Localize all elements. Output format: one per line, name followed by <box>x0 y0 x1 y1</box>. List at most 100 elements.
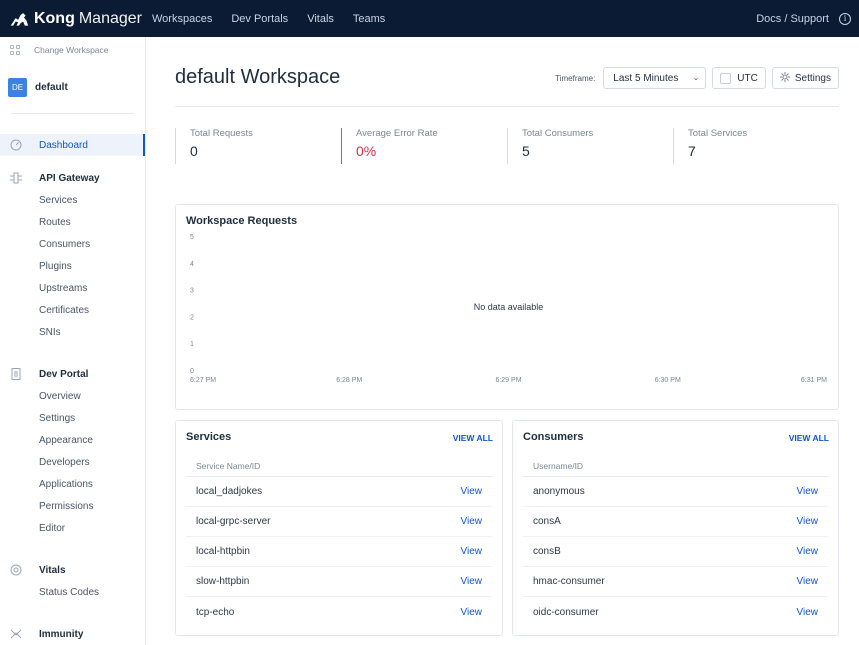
y-tick-label: 4 <box>190 261 194 268</box>
view-link[interactable]: View <box>461 516 483 527</box>
view-link[interactable]: View <box>461 546 483 557</box>
consumer-name: hmac-consumer <box>533 576 605 587</box>
y-tick-label: 5 <box>190 234 194 241</box>
y-tick-label: 0 <box>190 368 194 375</box>
table-row: anonymous View <box>523 477 828 507</box>
change-workspace-label: Change Workspace <box>34 45 109 55</box>
nav-teams[interactable]: Teams <box>353 13 385 25</box>
consumers-rows: anonymous View consA View consB View hmac-c… <box>523 477 828 627</box>
stat-value: 7 <box>688 143 696 159</box>
sidebar-section-dev-portal[interactable]: Dev Portal <box>0 363 145 385</box>
workspace-badge: DE <box>8 77 27 97</box>
stats-row: Total Requests 0 Average Error Rate 0% T… <box>175 128 839 164</box>
view-link[interactable]: View <box>797 607 819 618</box>
sidebar-item-certificates[interactable]: Certificates <box>0 299 145 321</box>
stat-label: Total Consumers <box>522 128 594 139</box>
consumer-name: oidc-consumer <box>533 606 599 618</box>
stat-total-requests: Total Requests 0 <box>175 128 253 164</box>
stat-label: Total Requests <box>190 128 253 139</box>
stat-total-services: Total Services 7 <box>673 128 747 164</box>
nav-vitals[interactable]: Vitals <box>307 13 334 25</box>
nav-dev-portals[interactable]: Dev Portals <box>231 13 288 25</box>
services-view-all-link[interactable]: VIEW ALL <box>453 433 493 443</box>
kong-gorilla-icon <box>10 12 29 26</box>
y-tick-label: 3 <box>190 288 194 295</box>
timeframe-select[interactable]: Last 5 Minutes ⌄ <box>603 67 707 89</box>
current-workspace[interactable]: DE default <box>0 63 145 111</box>
workspace-name: default <box>35 81 68 93</box>
nav-workspaces[interactable]: Workspaces <box>152 13 212 25</box>
consumers-card: Consumers VIEW ALL Username/ID anonymous… <box>512 420 839 636</box>
x-tick-label: 6:29 PM <box>495 377 521 384</box>
sidebar-item-dashboard[interactable]: Dashboard <box>0 134 145 156</box>
sidebar-item-settings[interactable]: Settings <box>0 407 145 429</box>
consumer-name: anonymous <box>533 486 585 497</box>
sidebar-item-applications[interactable]: Applications <box>0 473 145 495</box>
view-link[interactable]: View <box>461 486 483 497</box>
view-link[interactable]: View <box>797 486 819 497</box>
dashboard-gauge-icon <box>10 139 22 151</box>
settings-button[interactable]: Settings <box>771 67 839 89</box>
sidebar-item-routes[interactable]: Routes <box>0 211 145 233</box>
sidebar-item-upstreams[interactable]: Upstreams <box>0 277 145 299</box>
sidebar-item-appearance[interactable]: Appearance <box>0 429 145 451</box>
brand-suffix: Manager <box>78 9 142 27</box>
sidebar-item-editor[interactable]: Editor <box>0 517 145 539</box>
dashboard-controls: Timeframe: Last 5 Minutes ⌄ UTC Settings <box>555 67 839 89</box>
stat-label: Total Services <box>688 128 748 139</box>
x-tick-label: 6:30 PM <box>655 377 681 384</box>
services-rows: local_dadjokes View local-grpc-server View… <box>186 477 492 627</box>
sidebar-section-label: Dev Portal <box>39 368 89 380</box>
sidebar-section-immunity[interactable]: Immunity <box>0 623 145 645</box>
table-row: tcp-echo View <box>186 597 492 627</box>
table-row: consB View <box>523 537 828 567</box>
page-title: default Workspace <box>175 66 341 88</box>
top-right: Docs / Support i <box>756 0 851 37</box>
change-workspace-link[interactable]: Change Workspace <box>0 37 145 63</box>
sidebar-item-snis[interactable]: SNIs <box>0 321 145 343</box>
consumer-name: consB <box>533 546 561 557</box>
utc-toggle[interactable]: UTC <box>712 67 766 89</box>
sidebar-section-api-gateway[interactable]: API Gateway <box>0 167 145 189</box>
sidebar-item-plugins[interactable]: Plugins <box>0 255 145 277</box>
document-icon <box>10 368 22 380</box>
sidebar-section-label: API Gateway <box>39 172 100 184</box>
sidebar-item-services[interactable]: Services <box>0 189 145 211</box>
table-row: hmac-consumer View <box>523 567 828 597</box>
top-nav: Workspaces Dev Portals Vitals Teams <box>152 13 385 25</box>
stat-value: 0 <box>190 143 198 159</box>
docs-support-link[interactable]: Docs / Support <box>756 13 829 25</box>
sidebar-item-permissions[interactable]: Permissions <box>0 495 145 517</box>
sidebar-item-consumers[interactable]: Consumers <box>0 233 145 255</box>
view-link[interactable]: View <box>461 607 483 618</box>
sidebar-item-developers[interactable]: Developers <box>0 451 145 473</box>
view-link[interactable]: View <box>797 576 819 587</box>
workspace-requests-chart: 0 1 2 3 4 5 6:27 PM 6:28 PM 6:29 PM 6:30 PM 6:31 P… <box>190 234 827 384</box>
view-link[interactable]: View <box>797 546 819 557</box>
sidebar: Change Workspace DE default Dashboard AP… <box>0 37 146 645</box>
brand-logo[interactable]: Kong Manager <box>9 10 142 28</box>
no-data-message: No data available <box>474 302 544 312</box>
consumers-view-all-link[interactable]: VIEW ALL <box>789 433 829 443</box>
services-card: Services VIEW ALL Service Name/ID local_… <box>175 420 503 636</box>
view-link[interactable]: View <box>797 516 819 527</box>
timeframe-label: Timeframe: <box>555 73 596 83</box>
sidebar-section-vitals[interactable]: Vitals <box>0 559 145 581</box>
utc-checkbox[interactable] <box>720 72 732 84</box>
table-row: local-grpc-server View <box>186 507 492 537</box>
table-row: local_dadjokes View <box>186 477 492 507</box>
sidebar-item-overview[interactable]: Overview <box>0 385 145 407</box>
utc-label: UTC <box>737 72 758 84</box>
services-column-header: Service Name/ID <box>186 459 492 477</box>
view-link[interactable]: View <box>461 576 483 587</box>
y-tick-label: 1 <box>190 341 194 348</box>
info-icon[interactable]: i <box>839 12 851 25</box>
sidebar-section-label: Immunity <box>39 628 84 640</box>
header-divider <box>175 106 839 107</box>
stat-average-error-rate: Average Error Rate 0% <box>341 128 438 164</box>
stat-value: 0% <box>356 143 377 159</box>
sidebar-item-status-codes[interactable]: Status Codes <box>0 581 145 603</box>
consumers-column-header: Username/ID <box>523 459 828 477</box>
table-row: consA View <box>523 507 828 537</box>
service-name: slow-httpbin <box>196 576 250 587</box>
